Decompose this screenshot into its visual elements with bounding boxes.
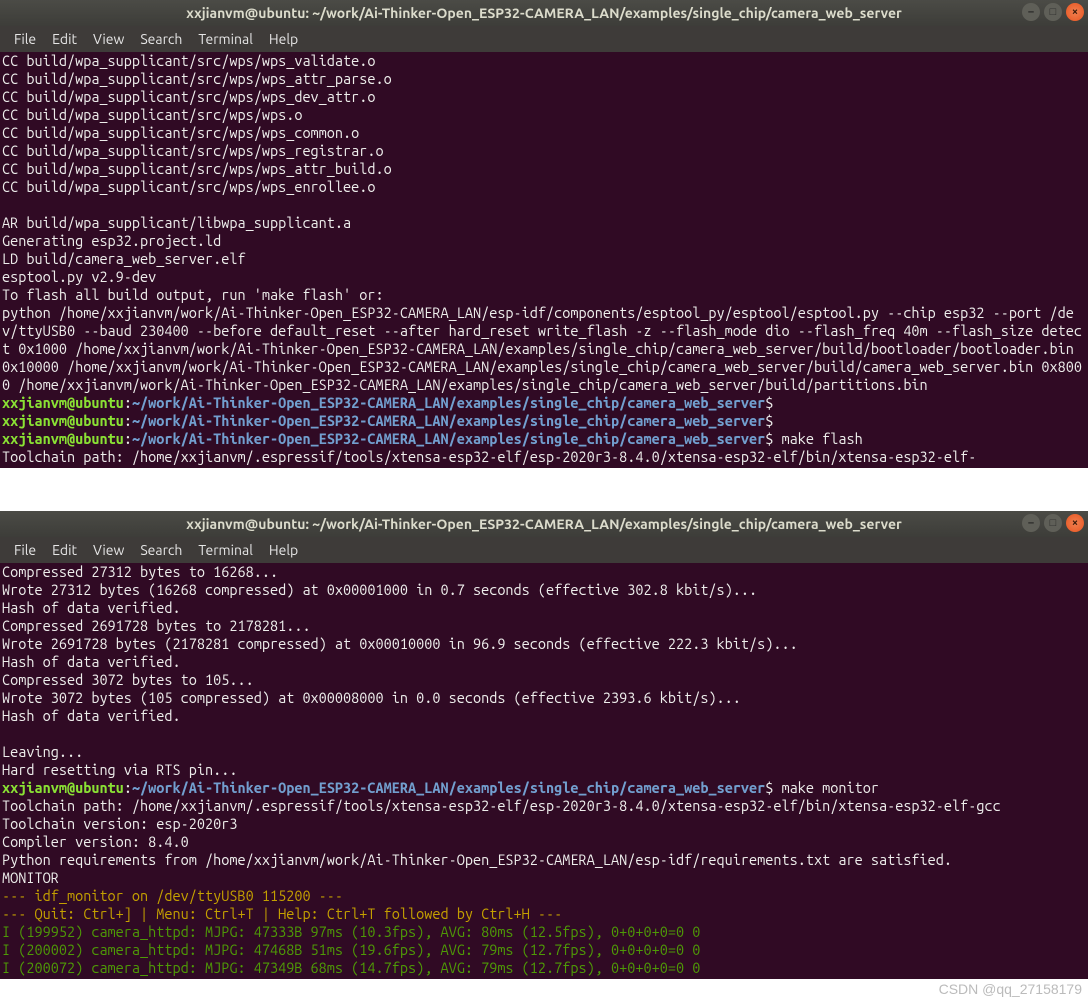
titlebar[interactable]: xxjianvm@ubuntu: ~/work/Ai-Thinker-Open_… xyxy=(0,511,1088,537)
watermark: CSDN @qq_27158179 xyxy=(0,979,1088,997)
menu-file[interactable]: File xyxy=(6,31,44,47)
menu-edit[interactable]: Edit xyxy=(44,31,85,47)
command-make-flash: make flash xyxy=(773,430,862,447)
maximize-button[interactable]: □ xyxy=(1044,514,1062,532)
close-button[interactable]: × xyxy=(1066,514,1084,532)
window-controls: – □ × xyxy=(1022,3,1084,21)
minimize-button[interactable]: – xyxy=(1022,3,1040,21)
toolchain-line: Toolchain path: /home/xxjianvm/.espressi… xyxy=(2,448,976,465)
terminal-body-2[interactable]: Compressed 27312 bytes to 16268... Wrote… xyxy=(0,563,1088,979)
window-title: xxjianvm@ubuntu: ~/work/Ai-Thinker-Open_… xyxy=(0,5,1088,21)
close-button[interactable]: × xyxy=(1066,3,1084,21)
terminal-window-1: xxjianvm@ubuntu: ~/work/Ai-Thinker-Open_… xyxy=(0,0,1088,468)
esptool-command: python /home/xxjianvm/work/Ai-Thinker-Op… xyxy=(2,304,1082,393)
menu-terminal[interactable]: Terminal xyxy=(190,542,261,558)
menu-file[interactable]: File xyxy=(6,542,44,558)
command-make-monitor: make monitor xyxy=(773,779,879,796)
log-line: I (200072) camera_httpd: MJPG: 47349B 68… xyxy=(2,959,700,976)
log-line: I (200002) camera_httpd: MJPG: 47468B 51… xyxy=(2,941,700,958)
window-title: xxjianvm@ubuntu: ~/work/Ai-Thinker-Open_… xyxy=(0,516,1088,532)
menubar: File Edit View Search Terminal Help xyxy=(0,26,1088,52)
menu-view[interactable]: View xyxy=(85,31,132,47)
menu-terminal[interactable]: Terminal xyxy=(190,31,261,47)
prompt-path: ~/work/Ai-Thinker-Open_ESP32-CAMERA_LAN/… xyxy=(132,779,765,796)
idf-monitor-start: --- idf_monitor on /dev/ttyUSB0 115200 -… xyxy=(2,887,343,904)
prompt-path: ~/work/Ai-Thinker-Open_ESP32-CAMERA_LAN/… xyxy=(132,394,765,411)
window-controls: – □ × xyxy=(1022,514,1084,532)
maximize-button[interactable]: □ xyxy=(1044,3,1062,21)
menu-edit[interactable]: Edit xyxy=(44,542,85,558)
terminal-window-2: xxjianvm@ubuntu: ~/work/Ai-Thinker-Open_… xyxy=(0,511,1088,979)
minimize-button[interactable]: – xyxy=(1022,514,1040,532)
menu-search[interactable]: Search xyxy=(132,31,190,47)
menu-help[interactable]: Help xyxy=(261,542,306,558)
menu-search[interactable]: Search xyxy=(132,542,190,558)
terminal-body-1[interactable]: CC build/wpa_supplicant/src/wps/wps_vali… xyxy=(0,52,1088,468)
prompt-user: xxjianvm@ubuntu xyxy=(2,394,124,411)
idf-monitor-help: --- Quit: Ctrl+] | Menu: Ctrl+T | Help: … xyxy=(2,905,562,922)
menubar: File Edit View Search Terminal Help xyxy=(0,537,1088,563)
menu-view[interactable]: View xyxy=(85,542,132,558)
log-line: I (199952) camera_httpd: MJPG: 47333B 97… xyxy=(2,923,700,940)
titlebar[interactable]: xxjianvm@ubuntu: ~/work/Ai-Thinker-Open_… xyxy=(0,0,1088,26)
menu-help[interactable]: Help xyxy=(261,31,306,47)
prompt-user: xxjianvm@ubuntu xyxy=(2,779,124,796)
